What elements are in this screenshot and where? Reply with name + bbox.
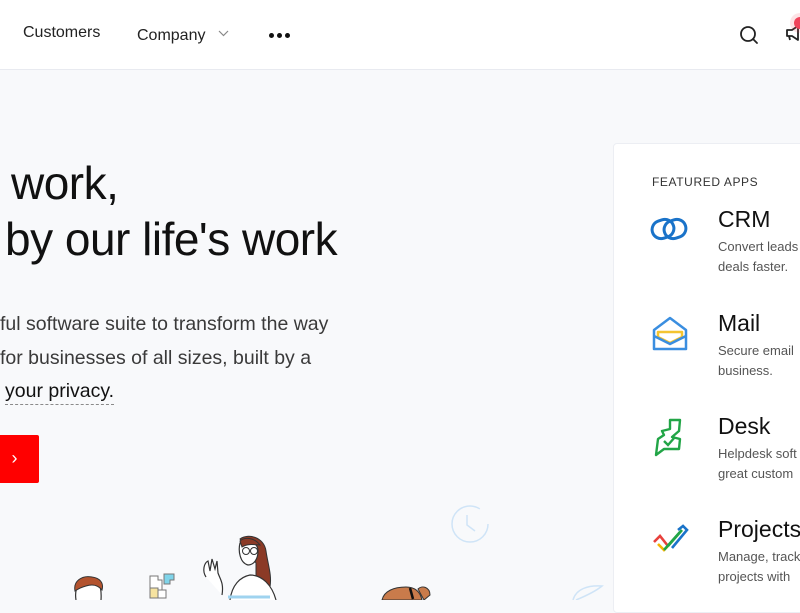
woman-illustration bbox=[203, 535, 277, 600]
puzzle-illustration bbox=[149, 573, 175, 599]
hero-title: work, by our life's work bbox=[5, 155, 338, 267]
app-description: Convert leads deals faster. bbox=[718, 237, 798, 276]
app-name: Mail bbox=[718, 310, 761, 336]
app-projects[interactable]: Projects Manage, track projects with bbox=[614, 516, 800, 610]
app-description-line: projects with bbox=[718, 568, 791, 584]
hero-subtitle: ful software suite to transform the way … bbox=[0, 308, 328, 409]
leaf-icon bbox=[572, 585, 604, 600]
app-description: Secure email business. bbox=[718, 341, 794, 380]
person-illustration-2 bbox=[381, 586, 431, 600]
app-description-line: Helpdesk soft bbox=[718, 446, 797, 461]
search-icon bbox=[740, 26, 758, 44]
app-description: Manage, track projects with bbox=[718, 547, 800, 586]
app-mail[interactable]: Mail Secure email business. bbox=[614, 310, 800, 404]
person-illustration bbox=[74, 576, 103, 600]
app-description-line: great custom bbox=[718, 465, 794, 481]
app-crm[interactable]: CRM Convert leads deals faster. bbox=[614, 206, 800, 300]
chevron-right-icon: › bbox=[11, 448, 18, 468]
featured-apps-card: FEATURED APPS CRM Convert leads deals fa… bbox=[613, 143, 800, 613]
more-menu-button[interactable] bbox=[269, 33, 293, 39]
search-button[interactable] bbox=[738, 24, 760, 46]
notification-badge bbox=[794, 17, 800, 29]
app-description-line: business. bbox=[718, 362, 773, 378]
crm-icon bbox=[650, 217, 688, 241]
clock-icon bbox=[451, 505, 489, 543]
desk-icon bbox=[654, 418, 682, 457]
nav-item-company[interactable]: Company bbox=[137, 24, 229, 45]
app-desk[interactable]: Desk Helpdesk soft great custom bbox=[614, 413, 800, 507]
more-horizontal-icon bbox=[269, 33, 274, 38]
more-horizontal-icon bbox=[277, 33, 282, 38]
app-name: Desk bbox=[718, 413, 771, 439]
chevron-down-icon bbox=[218, 24, 229, 42]
nav-item-label: Customers bbox=[23, 24, 101, 41]
more-horizontal-icon bbox=[285, 33, 290, 38]
app-description-line: Secure email bbox=[718, 343, 794, 358]
app-description-line: deals faster. bbox=[718, 258, 789, 274]
nav-item-label: Company bbox=[137, 27, 206, 44]
app-name: CRM bbox=[718, 206, 771, 232]
privacy-link[interactable]: your privacy. bbox=[5, 379, 115, 405]
hero-title-line: by our life's work bbox=[5, 213, 338, 265]
featured-apps-heading: FEATURED APPS bbox=[652, 175, 759, 189]
projects-icon bbox=[653, 524, 689, 552]
app-description: Helpdesk soft great custom bbox=[718, 444, 797, 483]
hero-subtitle-line: for businesses of all sizes, built by a bbox=[0, 346, 312, 369]
get-started-button[interactable]: › bbox=[0, 435, 39, 483]
app-description-line: Manage, track bbox=[718, 549, 800, 564]
app-name: Projects bbox=[718, 516, 800, 542]
hero-title-line: work, bbox=[11, 157, 119, 209]
nav-item-customers[interactable]: Customers bbox=[23, 24, 100, 42]
mail-icon bbox=[652, 316, 688, 351]
app-description-line: Convert leads bbox=[718, 239, 799, 254]
hero-subtitle-line: ful software suite to transform the way bbox=[0, 313, 329, 335]
top-navigation-bar: Customers Company bbox=[0, 0, 800, 70]
